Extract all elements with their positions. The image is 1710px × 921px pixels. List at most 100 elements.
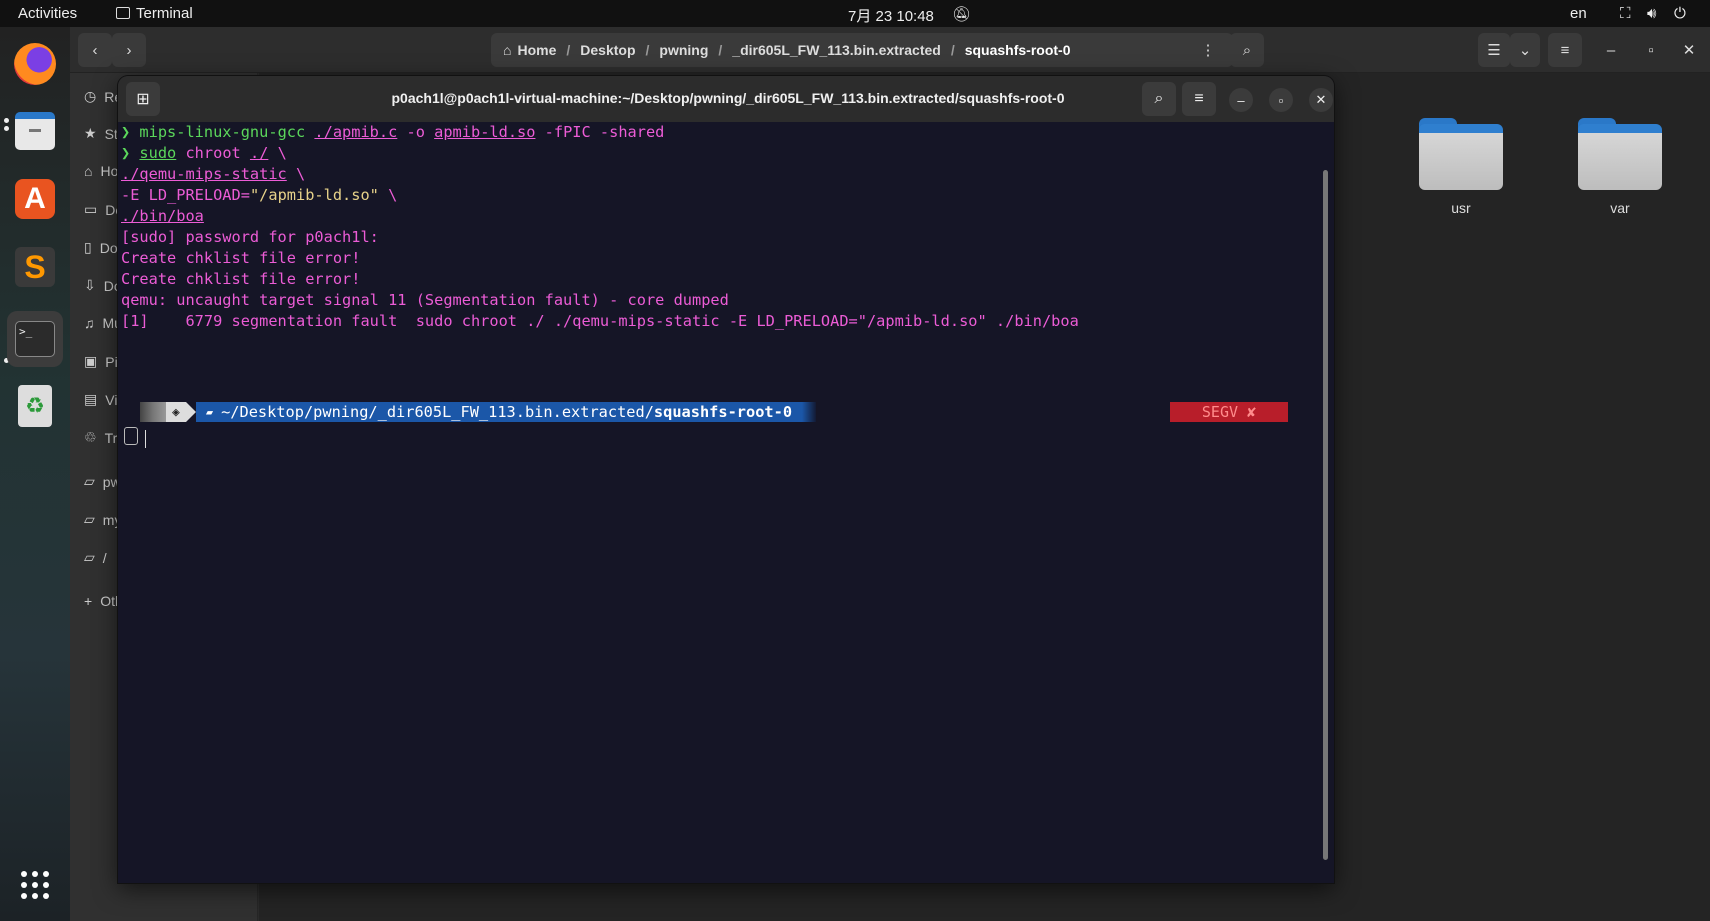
- folder-icon: ▱: [84, 511, 95, 527]
- terminal-header: ⊞ p0ach1l@p0ach1l-virtual-machine:~/Desk…: [118, 76, 1334, 122]
- close-icon[interactable]: ✕: [1674, 33, 1704, 67]
- command-flag: -E LD_PRELOAD=: [121, 186, 250, 204]
- firefox-icon[interactable]: [11, 40, 59, 88]
- maximize-icon[interactable]: ▫: [1269, 88, 1293, 112]
- crumb-sep: /: [950, 42, 955, 58]
- desktop-icon: ▭: [84, 201, 98, 217]
- folder-icon: [1578, 118, 1662, 190]
- crumb-home[interactable]: Home: [517, 42, 556, 58]
- trash-icon[interactable]: ♻: [11, 382, 59, 430]
- close-icon[interactable]: ✕: [1309, 88, 1333, 112]
- folder-label: usr: [1451, 200, 1471, 216]
- folder-label: var: [1610, 200, 1630, 216]
- notifications-off-icon: 🔕︎: [952, 6, 972, 23]
- terminal-title: p0ach1l@p0ach1l-virtual-machine:~/Deskto…: [391, 90, 1065, 106]
- crumb-extracted[interactable]: _dir605L_FW_113.bin.extracted: [732, 42, 941, 58]
- prompt-arrow: ❯: [121, 123, 140, 141]
- prompt-path: ▰ ~/Desktop/pwning/_dir605L_FW_113.bin.ex…: [195, 402, 803, 422]
- folder-icon: ▰: [205, 404, 214, 419]
- download-icon: ⇩: [84, 277, 96, 293]
- prompt-indicator-icon: [124, 427, 138, 445]
- home-icon: ⌂: [84, 163, 93, 179]
- output-line: Create chklist file error!: [121, 249, 361, 267]
- folder-usr[interactable]: usr: [1416, 118, 1506, 216]
- output-line: qemu: uncaught target signal 11 (Segment…: [121, 291, 729, 309]
- terminal-line-3: ./qemu-mips-static \: [121, 164, 305, 185]
- command-arg: ./: [249, 144, 269, 162]
- new-tab-icon[interactable]: ⊞: [126, 82, 160, 116]
- show-apps-icon[interactable]: [11, 861, 59, 909]
- maximize-icon[interactable]: ▫: [1634, 33, 1668, 67]
- path-bar[interactable]: ⌂ Home / Desktop / pwning / _dir605L_FW_…: [491, 33, 1233, 67]
- output-line: Create chklist file error!: [121, 270, 361, 288]
- star-icon: ★: [84, 125, 97, 141]
- terminal-line-2: ❯ sudo chroot ./ \: [121, 143, 287, 164]
- git-icon: ◈: [166, 402, 186, 422]
- sidebar-item-label: /: [102, 549, 107, 566]
- terminal-app-menu[interactable]: Terminal: [116, 5, 193, 22]
- crumb-sep: /: [645, 42, 650, 58]
- files-icon[interactable]: [11, 107, 59, 155]
- music-icon: ♫: [84, 315, 95, 331]
- command-arg: chroot: [176, 144, 250, 162]
- folder-icon: ▱: [84, 473, 95, 489]
- file-manager-header: ‹ › ⌂ Home / Desktop / pwning / _dir605L…: [70, 27, 1710, 73]
- hamburger-menu-icon[interactable]: ≡: [1182, 82, 1216, 116]
- crumb-current[interactable]: squashfs-root-0: [965, 42, 1071, 58]
- crumb-sep: /: [718, 42, 723, 58]
- command-string: "/apmib-ld.so": [249, 186, 379, 204]
- command-name: sudo: [139, 144, 177, 162]
- command-arg: ./qemu-mips-static: [121, 165, 287, 183]
- command-name: mips-linux-gnu-gcc: [139, 123, 315, 141]
- folder-var[interactable]: var: [1575, 118, 1665, 216]
- document-icon: ▯: [84, 239, 92, 255]
- home-icon: ⌂: [503, 42, 512, 58]
- scrollbar[interactable]: [1323, 170, 1328, 860]
- terminal-output[interactable]: ❯ mips-linux-gnu-gcc ./apmib.c -o apmib-…: [118, 122, 1334, 883]
- output-line: [sudo] password for p0ach1l:: [121, 228, 379, 246]
- hamburger-menu-icon[interactable]: ≡: [1548, 33, 1582, 67]
- forward-button[interactable]: ›: [112, 33, 146, 67]
- search-icon[interactable]: ⌕: [1142, 82, 1176, 116]
- plus-icon: +: [84, 593, 93, 609]
- line-continuation: \: [286, 165, 306, 183]
- terminal-line-1: ❯ mips-linux-gnu-gcc ./apmib.c -o apmib-…: [121, 122, 664, 143]
- top-bar: Activities Terminal 7月 23 10:48 🔕︎ en ⛶ …: [0, 0, 1710, 27]
- text-cursor: [145, 430, 146, 448]
- output-line: [1] 6779 segmentation fault sudo chroot …: [121, 312, 1079, 330]
- command-arg: ./apmib.c: [314, 123, 398, 141]
- crumb-pwning[interactable]: pwning: [659, 42, 708, 58]
- language-indicator[interactable]: en: [1570, 5, 1587, 22]
- line-continuation: \: [378, 186, 398, 204]
- network-icon[interactable]: ⛶: [1620, 5, 1631, 22]
- sidebar-item-root[interactable]: ▱ /: [84, 549, 107, 566]
- minimize-icon[interactable]: –: [1229, 88, 1253, 112]
- sublime-text-icon[interactable]: S: [11, 243, 59, 291]
- prompt-path-text: ~/Desktop/pwning/_dir605L_FW_113.bin.ext…: [221, 402, 654, 421]
- power-icon[interactable]: ⏻: [1674, 5, 1686, 22]
- chevron-down-icon[interactable]: ⌄: [1510, 33, 1540, 67]
- command-arg: apmib-ld.so: [434, 123, 536, 141]
- terminal-line-5: ./bin/boa: [121, 207, 204, 225]
- search-icon[interactable]: ⌕: [1230, 33, 1264, 67]
- folder-icon: ▱: [84, 549, 95, 565]
- prompt-bar: ◈ ▰ ~/Desktop/pwning/_dir605L_FW_113.bin.…: [140, 402, 817, 422]
- terminal-dock-icon[interactable]: >_: [7, 311, 63, 367]
- crumb-desktop[interactable]: Desktop: [580, 42, 635, 58]
- activities-button[interactable]: Activities: [18, 5, 77, 22]
- terminal-window: ⊞ p0ach1l@p0ach1l-virtual-machine:~/Desk…: [118, 76, 1334, 883]
- terminal-line-4: -E LD_PRELOAD="/apmib-ld.so" \: [121, 185, 397, 206]
- app-center-icon[interactable]: A: [11, 175, 59, 223]
- clock[interactable]: 7月 23 10:48: [848, 5, 934, 26]
- picture-icon: ▣: [84, 353, 98, 369]
- volume-icon[interactable]: 🔊︎: [1647, 5, 1656, 22]
- path-menu-button[interactable]: ⋮: [1192, 33, 1224, 67]
- back-button[interactable]: ‹: [78, 33, 112, 67]
- minimize-icon[interactable]: –: [1594, 33, 1628, 67]
- line-continuation: \: [268, 144, 287, 162]
- terminal-icon: [116, 7, 130, 19]
- clock-icon: ◷: [84, 88, 97, 104]
- crumb-sep: /: [566, 42, 571, 58]
- trash-icon: ♲: [84, 429, 97, 445]
- list-view-icon[interactable]: ☰: [1478, 33, 1510, 67]
